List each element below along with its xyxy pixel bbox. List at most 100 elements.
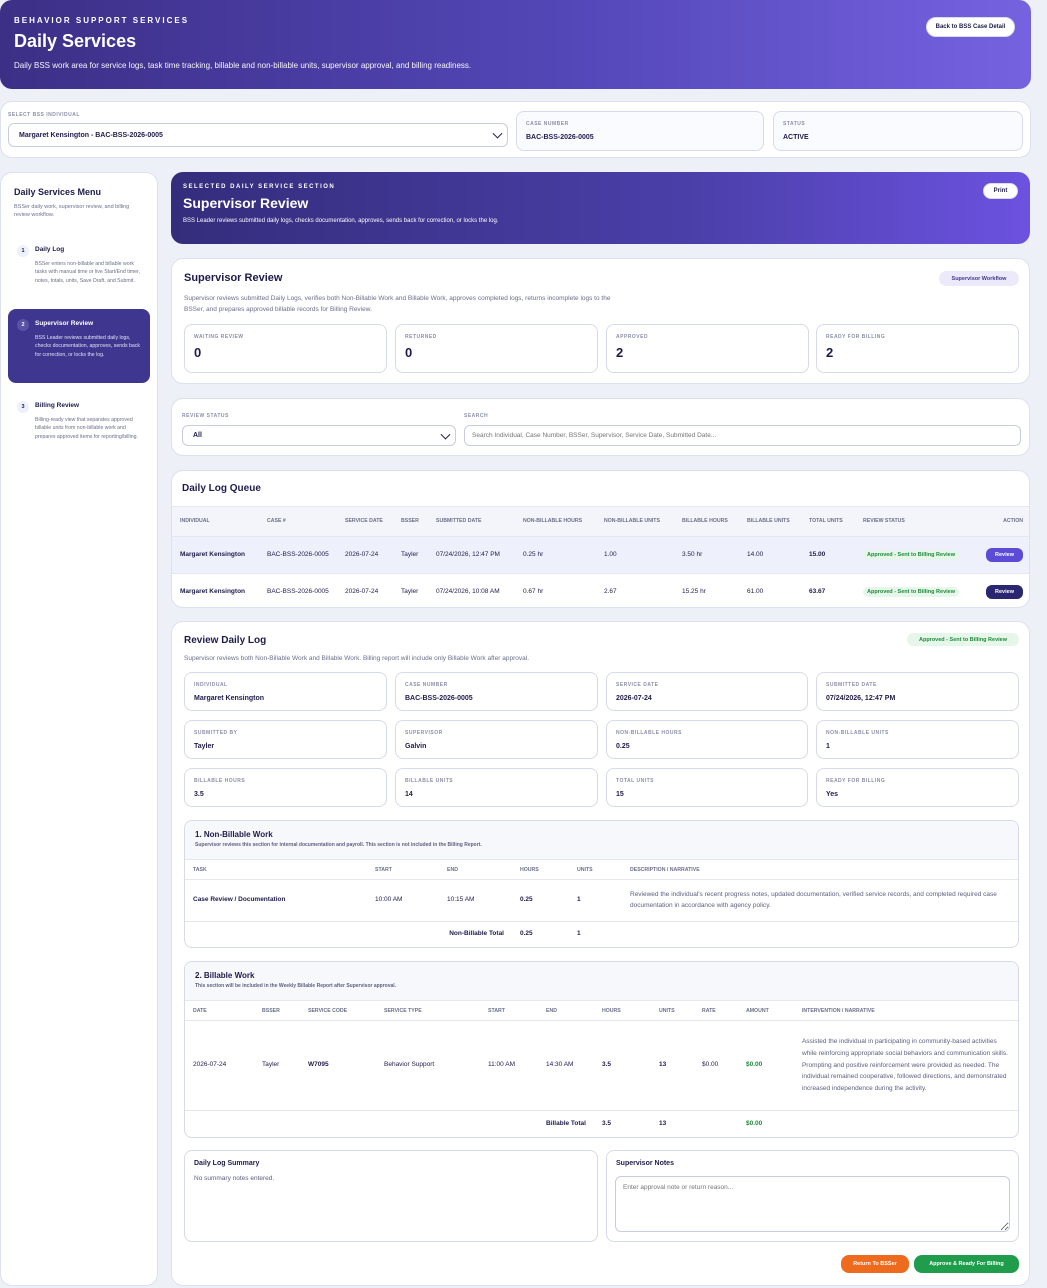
field-case-number: CASE NUMBER BAC-BSS-2026-0005 xyxy=(395,672,598,711)
col-bsser[interactable]: BSSER xyxy=(393,506,428,537)
field-value: 0.25 xyxy=(616,743,630,750)
section-eyebrow: SELECTED DAILY SERVICE SECTION xyxy=(183,184,336,190)
review-button[interactable]: Review xyxy=(986,548,1023,562)
cell-b-hours: 15.25 hr xyxy=(674,573,739,607)
field-value: 1 xyxy=(826,743,830,750)
billable-header: 2. Billable Work This section will be in… xyxy=(185,962,1018,1000)
chevron-down-icon xyxy=(440,429,451,440)
col-date: DATE xyxy=(185,1000,254,1021)
section-desc: BSS Leader reviews submitted daily logs,… xyxy=(183,218,499,224)
cell-hours: 3.5 xyxy=(593,1020,651,1111)
sidebar-item-title: Daily Log xyxy=(35,246,65,253)
billable-total-amount: $0.00 xyxy=(737,1110,794,1137)
field-label: SUPERVISOR xyxy=(405,730,443,736)
return-to-bsser-button[interactable]: Return To BSSer xyxy=(841,1255,909,1273)
cell-task: Case Review / Documentation xyxy=(185,879,367,922)
col-nonbillable-units[interactable]: NON-BILLABLE UNITS xyxy=(596,506,674,537)
summary-text: No summary notes entered. xyxy=(194,1175,275,1182)
col-end: END xyxy=(439,859,512,880)
sidebar-item-desc: Billing-ready view that separates approv… xyxy=(35,417,138,440)
field-label: NON-BILLABLE HOURS xyxy=(616,730,682,736)
nonbillable-subtitle: Supervisor reviews this section for inte… xyxy=(195,842,482,848)
col-case[interactable]: CASE # xyxy=(259,506,337,537)
print-button[interactable]: Print xyxy=(983,183,1018,199)
search-label: SEARCH xyxy=(464,413,489,419)
nonbillable-total-label: Non-Billable Total xyxy=(439,921,512,947)
table-row: Case Review / Documentation 10:00 AM 10:… xyxy=(185,879,1018,922)
cell-nb-hours: 0.25 hr xyxy=(515,536,596,574)
stat-label: APPROVED xyxy=(616,334,649,340)
col-total-units[interactable]: TOTAL UNITS xyxy=(801,506,855,537)
case-number-field: CASE NUMBER BAC-BSS-2026-0005 xyxy=(516,111,764,151)
col-service-date[interactable]: SERVICE DATE xyxy=(337,506,393,537)
approve-ready-for-billing-button[interactable]: Approve & Ready For Billing xyxy=(914,1255,1019,1273)
queue-header-row: INDIVIDUAL CASE # SERVICE DATE BSSER SUB… xyxy=(172,506,1029,537)
table-row[interactable]: Margaret Kensington BAC-BSS-2026-0005 20… xyxy=(172,536,1029,574)
col-description: DESCRIPTION / NARRATIVE xyxy=(622,859,1018,880)
sidebar-item-supervisor-review[interactable]: 2 Supervisor Review BSS Leader reviews s… xyxy=(8,309,150,383)
overview-desc: Supervisor reviews submitted Daily Logs,… xyxy=(184,295,611,314)
daily-log-summary: Daily Log Summary No summary notes enter… xyxy=(184,1150,598,1242)
col-hours: HOURS xyxy=(512,859,569,880)
field-value: 07/24/2026, 12:47 PM xyxy=(826,695,896,702)
billable-total-units: 13 xyxy=(650,1110,694,1137)
col-action: ACTION xyxy=(975,506,1029,537)
chevron-down-icon xyxy=(492,128,503,139)
cell-units: 1 xyxy=(569,879,622,922)
cell-b-hours: 3.50 hr xyxy=(674,536,739,574)
summary-title: Daily Log Summary xyxy=(194,1160,260,1167)
review-status-select[interactable]: All xyxy=(182,425,456,446)
sidebar-item-title: Billing Review xyxy=(35,402,80,409)
sidebar-item-daily-log[interactable]: 1 Daily Log BSSer enters non-billable an… xyxy=(8,235,150,293)
cell-amount: $0.00 xyxy=(737,1020,794,1111)
cell-total: 63.67 xyxy=(801,573,855,607)
sidebar-item-billing-review[interactable]: 3 Billing Review Billing-ready view that… xyxy=(8,391,150,449)
field-value: 15 xyxy=(616,791,624,798)
col-review-status[interactable]: REVIEW STATUS xyxy=(855,506,975,537)
cell-end: 10:15 AM xyxy=(439,879,512,922)
cell-nb-units: 2.67 xyxy=(596,573,674,607)
sidebar-item-desc: BSS Leader reviews submitted daily logs,… xyxy=(35,335,140,358)
nonbillable-total-units: 1 xyxy=(569,921,622,947)
field-total-units: TOTAL UNITS 15 xyxy=(606,768,808,807)
field-value: 2026-07-24 xyxy=(616,695,652,702)
cell-service-type: Behavior Support xyxy=(376,1020,480,1111)
field-label: NON-BILLABLE UNITS xyxy=(826,730,889,736)
col-end: END xyxy=(538,1000,594,1021)
col-nonbillable-hours[interactable]: NON-BILLABLE HOURS xyxy=(515,506,596,537)
col-billable-units[interactable]: BILLABLE UNITS xyxy=(739,506,801,537)
table-row[interactable]: Margaret Kensington BAC-BSS-2026-0005 20… xyxy=(172,573,1029,607)
billable-total-label: Billable Total xyxy=(538,1110,594,1137)
col-rate: RATE xyxy=(693,1000,738,1021)
workflow-badge: Supervisor Workflow xyxy=(939,271,1019,286)
individual-select-value: Margaret Kensington - BAC-BSS-2026-0005 xyxy=(19,131,163,139)
cell-case: BAC-BSS-2026-0005 xyxy=(259,573,337,607)
col-billable-hours[interactable]: BILLABLE HOURS xyxy=(674,506,739,537)
field-value: Yes xyxy=(826,791,839,798)
col-submitted-date[interactable]: SUBMITTED DATE xyxy=(428,506,515,537)
col-units: UNITS xyxy=(569,859,622,880)
col-individual[interactable]: INDIVIDUAL xyxy=(172,506,259,537)
individual-select[interactable]: Margaret Kensington - BAC-BSS-2026-0005 xyxy=(8,123,508,147)
cell-status: Approved - Sent to Billing Review xyxy=(855,536,975,574)
sidebar-subtitle: BSSer daily work, supervisor review, and… xyxy=(14,204,130,219)
cell-case: BAC-BSS-2026-0005 xyxy=(259,536,337,574)
stat-label: WAITING REVIEW xyxy=(194,334,244,340)
col-hours: HOURS xyxy=(593,1000,651,1021)
supervisor-notes-input[interactable] xyxy=(615,1176,1010,1232)
billable-table: DATE BSSER SERVICE CODE SERVICE TYPE STA… xyxy=(185,1000,1018,1137)
field-value: Tayler xyxy=(194,743,215,750)
col-start: START xyxy=(480,1000,538,1021)
search-input[interactable] xyxy=(464,425,1021,446)
review-status-value: All xyxy=(193,432,202,439)
cell-service-code: W7095 xyxy=(300,1020,376,1111)
cell-individual: Margaret Kensington xyxy=(172,573,259,607)
field-label: SUBMITTED BY xyxy=(194,730,238,736)
back-to-case-button[interactable]: Back to BSS Case Detail xyxy=(926,17,1015,37)
review-title: Review Daily Log xyxy=(184,635,267,646)
cell-start: 11:00 AM xyxy=(480,1020,538,1111)
case-number-label: CASE NUMBER xyxy=(526,121,569,127)
review-button[interactable]: Review xyxy=(986,585,1023,599)
field-nonbillable-units: NON-BILLABLE UNITS 1 xyxy=(816,720,1019,759)
cell-end: 14:30 AM xyxy=(538,1020,594,1111)
